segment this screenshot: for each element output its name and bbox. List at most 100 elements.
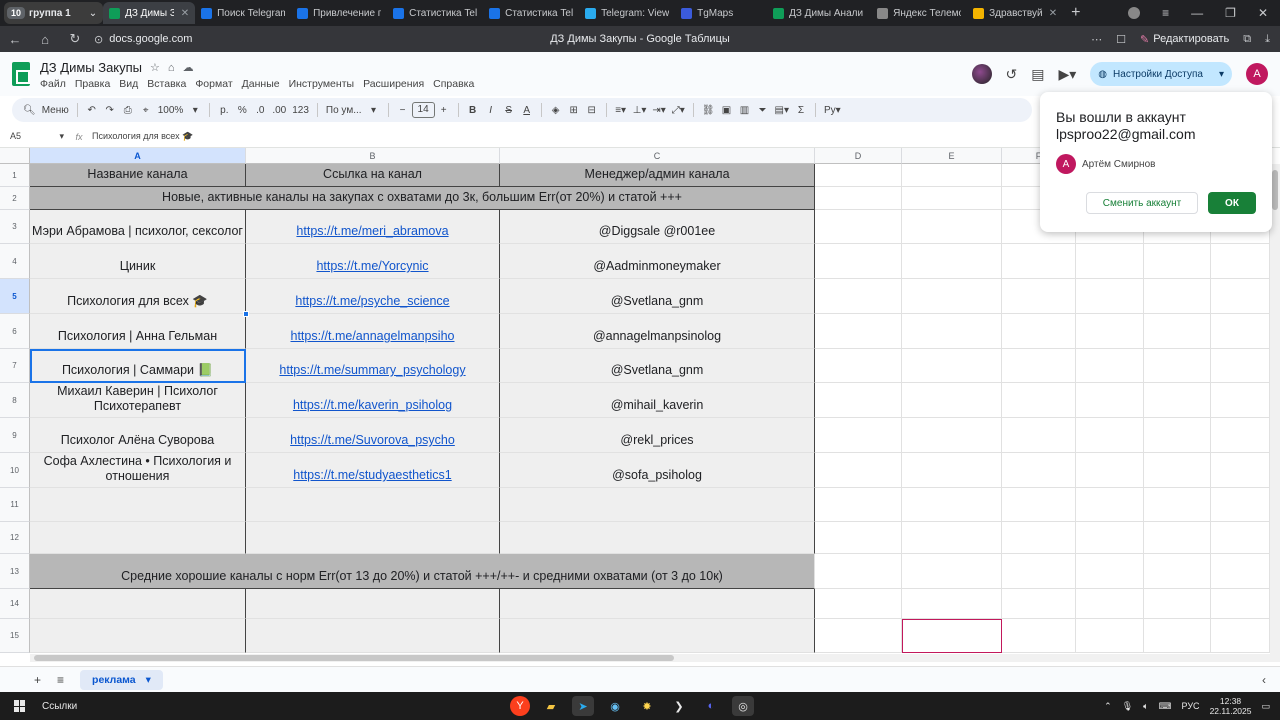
empty-cell[interactable] — [815, 554, 902, 589]
add-sheet-icon[interactable]: + — [34, 673, 41, 687]
browser-tab[interactable]: Яндекс Телемос — [871, 2, 967, 24]
borders-icon[interactable]: ⊞ — [565, 105, 583, 116]
channel-link-cell[interactable]: https://t.me/studyaesthetics1 — [246, 453, 500, 488]
empty-cell[interactable] — [815, 522, 902, 554]
italic-icon[interactable]: I — [482, 105, 500, 116]
section-title-cell[interactable]: Новые, активные каналы на закупах с охва… — [30, 187, 815, 210]
empty-cell[interactable] — [246, 589, 500, 619]
empty-cell[interactable] — [1211, 453, 1270, 488]
row-header[interactable]: 1 — [0, 164, 30, 187]
channel-link-cell[interactable]: https://t.me/psyche_science — [246, 279, 500, 314]
ok-button[interactable]: ОК — [1208, 192, 1256, 214]
steam-icon[interactable]: ◉ — [604, 696, 626, 716]
name-box[interactable]: A5 ▾ — [0, 131, 70, 142]
channel-link[interactable]: https://t.me/meri_abramova — [296, 224, 448, 239]
vertical-scrollbar[interactable] — [1270, 164, 1280, 662]
empty-cell[interactable] — [1211, 522, 1270, 554]
meet-icon[interactable]: ▶▾ — [1059, 66, 1077, 83]
row-header[interactable]: 12 — [0, 522, 30, 554]
empty-cell[interactable] — [1002, 453, 1076, 488]
empty-cell[interactable] — [1144, 619, 1211, 653]
text-wrap-icon[interactable]: ⇥▾ — [649, 105, 668, 116]
empty-cell[interactable] — [902, 418, 1002, 453]
channel-admin-cell[interactable]: @annagelmanpsinolog — [500, 314, 815, 349]
currency-format[interactable]: р. — [215, 105, 233, 116]
scrollbar-thumb[interactable] — [1272, 170, 1278, 210]
input-tools-icon[interactable]: Ру▾ — [821, 105, 844, 116]
tray-chevron-icon[interactable]: ⌃ — [1104, 701, 1112, 712]
empty-cell[interactable] — [815, 210, 902, 244]
column-header[interactable]: E — [902, 148, 1002, 164]
empty-cell[interactable] — [815, 383, 902, 418]
url-field[interactable]: ⊙ docs.google.com — [94, 33, 192, 46]
chrome-icon[interactable]: ◎ — [732, 696, 754, 716]
sheets-logo-icon[interactable] — [12, 62, 30, 86]
empty-cell[interactable] — [1076, 589, 1144, 619]
reload-icon[interactable]: ↻ — [60, 31, 90, 47]
column-header[interactable]: A — [30, 148, 246, 164]
volume-icon[interactable]: 🔈︎ — [1143, 701, 1148, 712]
empty-cell[interactable] — [30, 619, 246, 653]
empty-cell[interactable] — [902, 383, 1002, 418]
empty-cell[interactable] — [500, 522, 815, 554]
close-window-icon[interactable]: ✕ — [1258, 6, 1268, 20]
extensions-icon[interactable]: ⧉ — [1243, 33, 1251, 46]
row-header[interactable]: 7 — [0, 349, 30, 383]
more-icon[interactable]: ⋯ — [1091, 33, 1102, 46]
language-indicator[interactable]: РУС — [1182, 701, 1200, 711]
empty-cell[interactable] — [902, 210, 1002, 244]
chevron-down-icon[interactable]: ▾ — [1219, 69, 1224, 80]
empty-cell[interactable] — [1002, 522, 1076, 554]
row-header[interactable]: 10 — [0, 453, 30, 488]
empty-cell[interactable] — [815, 619, 902, 653]
empty-cell[interactable] — [1144, 279, 1211, 314]
column-header[interactable]: D — [815, 148, 902, 164]
switch-account-button[interactable]: Сменить аккаунт — [1086, 192, 1198, 214]
close-tab-icon[interactable]: ✕ — [1049, 8, 1057, 19]
empty-cell[interactable] — [1076, 279, 1144, 314]
percent-format[interactable]: % — [233, 105, 251, 116]
functions-icon[interactable]: Σ — [792, 105, 810, 116]
doc-title[interactable]: ДЗ Димы Закупы — [40, 60, 142, 75]
bookmark-icon[interactable]: ☐ — [1116, 33, 1126, 46]
edit-button[interactable]: ✎ Редактировать — [1140, 33, 1229, 46]
link-icon[interactable]: ⛓ — [699, 105, 718, 116]
menu-item[interactable]: Правка — [75, 78, 110, 90]
empty-cell[interactable] — [500, 488, 815, 522]
channel-link[interactable]: https://t.me/studyaesthetics1 — [293, 468, 451, 483]
all-sheets-icon[interactable]: ≡ — [57, 673, 64, 687]
channel-link[interactable]: https://t.me/psyche_science — [295, 294, 449, 309]
empty-cell[interactable] — [1002, 619, 1076, 653]
horizontal-scrollbar[interactable] — [30, 654, 1270, 662]
empty-cell[interactable] — [1076, 488, 1144, 522]
channel-link-cell[interactable]: https://t.me/summary_psychology — [246, 349, 500, 383]
browser-tab[interactable]: Поиск Telegram — [195, 2, 291, 24]
channel-link[interactable]: https://t.me/summary_psychology — [279, 363, 465, 378]
back-icon[interactable]: ← — [0, 32, 30, 47]
empty-cell[interactable] — [815, 187, 902, 210]
empty-cell[interactable] — [30, 589, 246, 619]
row-header[interactable]: 4 — [0, 244, 30, 279]
column-header[interactable]: B — [246, 148, 500, 164]
tab-group[interactable]: 10 группа 1 ⌄ — [4, 2, 104, 24]
empty-cell[interactable] — [1002, 488, 1076, 522]
empty-cell[interactable] — [815, 164, 902, 187]
strikethrough-icon[interactable]: S — [500, 105, 518, 116]
empty-cell[interactable] — [1211, 279, 1270, 314]
channel-link[interactable]: https://t.me/kaverin_psiholog — [293, 398, 452, 413]
menu-item[interactable]: Расширения — [363, 78, 424, 90]
network-icon[interactable]: ⌨ — [1159, 701, 1172, 712]
empty-cell[interactable] — [246, 488, 500, 522]
empty-cell[interactable] — [902, 522, 1002, 554]
channel-link[interactable]: https://t.me/Yorcynic — [316, 259, 428, 274]
empty-cell[interactable] — [1076, 522, 1144, 554]
browser-tab[interactable]: ДЗ Димы Анали — [767, 2, 871, 24]
empty-cell[interactable] — [500, 589, 815, 619]
channel-name-cell[interactable]: Софа Ахлестина • Психология и отношения — [30, 453, 246, 488]
fill-color-icon[interactable]: ◈ — [547, 105, 565, 116]
row-header[interactable]: 13 — [0, 554, 30, 589]
sheet-tab[interactable]: реклама ▾ — [80, 669, 163, 690]
chart-icon[interactable]: ▥ — [736, 105, 754, 116]
increase-decimal[interactable]: .00 — [269, 105, 289, 116]
empty-cell[interactable] — [1211, 488, 1270, 522]
